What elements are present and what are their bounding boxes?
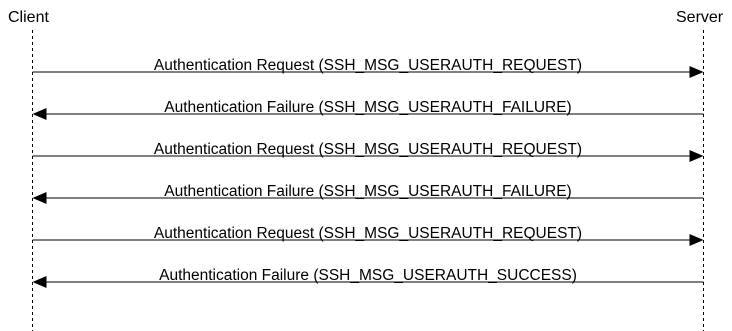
message-arrowhead xyxy=(689,150,704,162)
message-label: Authentication Failure (SSH_MSG_USERAUTH… xyxy=(159,267,577,284)
message-label: Authentication Failure (SSH_MSG_USERAUTH… xyxy=(164,183,571,200)
message-arrowhead xyxy=(689,66,704,78)
message-arrowhead xyxy=(32,192,47,204)
message-label: Authentication Request (SSH_MSG_USERAUTH… xyxy=(154,141,582,158)
client-participant-label: Client xyxy=(8,9,49,26)
message-group: Authentication Request (SSH_MSG_USERAUTH… xyxy=(32,57,704,288)
message-label: Authentication Request (SSH_MSG_USERAUTH… xyxy=(154,57,582,74)
message-arrowhead xyxy=(689,234,704,246)
server-participant-label: Server xyxy=(676,9,724,26)
message-arrowhead xyxy=(32,276,47,288)
message-label: Authentication Failure (SSH_MSG_USERAUTH… xyxy=(164,99,571,116)
sequence-diagram: Client Server Authentication Request (SS… xyxy=(8,9,724,331)
message-arrowhead xyxy=(32,108,47,120)
message-label: Authentication Request (SSH_MSG_USERAUTH… xyxy=(154,225,582,242)
